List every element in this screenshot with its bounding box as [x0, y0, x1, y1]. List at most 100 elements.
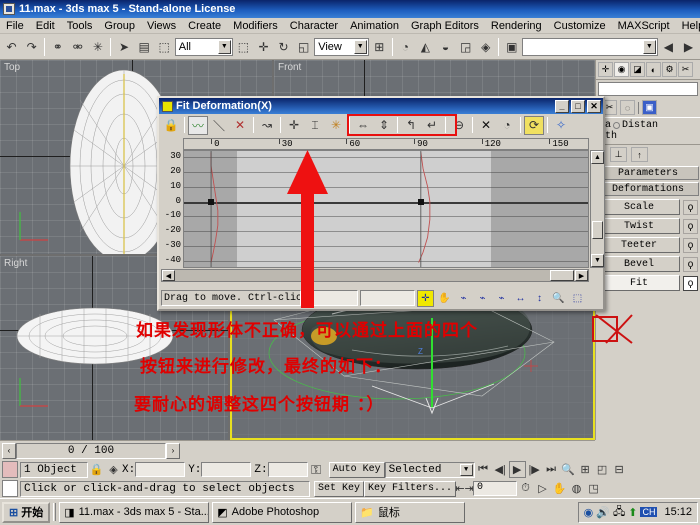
zoom-extents-icon[interactable]: ⌁ — [455, 290, 472, 307]
menu-item-create[interactable]: Create — [182, 18, 227, 34]
zoom-icon[interactable]: 🔍 — [560, 461, 577, 478]
auto-symmetry-icon[interactable]: ✧ — [551, 116, 571, 135]
auto-key-button[interactable]: Auto Key — [328, 461, 385, 478]
x-field[interactable] — [135, 462, 186, 477]
taskbar-task-1[interactable]: ◩ Adobe Photoshop — [212, 501, 353, 523]
go-to-start-icon[interactable]: ⏮ — [475, 461, 492, 478]
undo-icon[interactable]: ↶ — [2, 36, 22, 57]
deformation-button-scale[interactable]: Scale — [598, 199, 680, 215]
select-and-scale-icon[interactable]: ◱ — [294, 36, 314, 57]
arrow-up-icon[interactable]: ↑ — [631, 147, 648, 162]
graph-control-point-0[interactable] — [208, 198, 215, 205]
delete-curve-icon[interactable]: ✕ — [230, 116, 250, 135]
graph-horizontal-scrollbar[interactable]: ◀ ▶ — [161, 269, 589, 282]
get-shape-icon[interactable]: ⊖ — [449, 116, 469, 135]
delete-shape-icon[interactable]: ✕ — [476, 116, 496, 135]
bind-space-warp-icon[interactable]: ✳ — [88, 36, 108, 57]
z-field[interactable] — [267, 462, 308, 477]
select-object-icon[interactable]: ➤ — [114, 36, 134, 57]
key-mode-toggle-icon[interactable]: ⇤⇥ — [455, 480, 473, 497]
deformation-toggle-teeter-bulb-icon[interactable]: ϙ — [683, 237, 698, 253]
rotate-clockwise-icon[interactable]: ↵ — [422, 116, 442, 135]
menu-item-rendering[interactable]: Rendering — [485, 18, 548, 34]
horizontal-scroll-thumb[interactable] — [550, 270, 574, 281]
mirror-icon[interactable]: ◭ — [415, 36, 435, 57]
zoom-horizontal-extents-icon[interactable]: ⌁ — [474, 290, 491, 307]
deformation-button-twist[interactable]: Twist — [598, 218, 680, 234]
select-region-icon[interactable]: ⬚ — [154, 36, 174, 57]
select-by-name-icon[interactable]: ▤ — [134, 36, 154, 57]
arc-rotate-icon[interactable]: ◍ — [568, 480, 585, 497]
object-name-field[interactable] — [598, 82, 698, 96]
time-prev-button[interactable]: ‹ — [2, 442, 16, 459]
tray-icon-volume[interactable]: ◉ — [584, 506, 594, 519]
y-field[interactable] — [201, 462, 252, 477]
start-button[interactable]: ⊞ 开始 — [2, 501, 51, 523]
move-lock-icon[interactable]: 🔒 — [161, 116, 181, 135]
command-panel-tab-0[interactable]: ✛ — [598, 62, 613, 77]
insert-corner-point-icon[interactable]: ✳ — [326, 116, 346, 135]
command-panel-tab-4[interactable]: ⚙ — [662, 62, 677, 77]
graph-vertical-scrollbar[interactable]: ▲ ▼ — [590, 150, 605, 268]
next-frame-icon[interactable]: |▶ — [526, 461, 543, 478]
prev-icon[interactable]: ◀ — [658, 36, 678, 57]
minimize-button[interactable]: _ — [555, 99, 569, 113]
scroll-left-icon[interactable]: ◀ — [162, 270, 175, 281]
zoom-value-extents-icon[interactable]: ⌁ — [493, 290, 510, 307]
close-button[interactable]: ✕ — [587, 99, 601, 113]
window-crossing-icon[interactable]: ⬚ — [233, 36, 253, 57]
zoom-all-icon[interactable]: ⊞ — [577, 461, 594, 478]
graph-plot-area[interactable] — [183, 150, 589, 268]
key-filters-button[interactable]: Key Filters... — [364, 480, 457, 497]
select-affect-icon[interactable]: ◔ — [395, 36, 415, 57]
command-panel-tab-3[interactable]: ◐ — [646, 62, 661, 77]
current-frame-field[interactable]: 0 — [473, 481, 518, 496]
reset-curve-icon[interactable]: ↝ — [257, 116, 277, 135]
zoom-extents-icon[interactable]: ◰ — [594, 461, 611, 478]
deformation-button-fit[interactable]: Fit — [598, 275, 680, 291]
taskbar-task-0[interactable]: ◨ 11.max - 3ds max 5 - Sta... — [59, 501, 210, 523]
fit-dialog-field-2[interactable] — [360, 290, 415, 306]
mirror-horizontally-icon[interactable]: ⇔ — [353, 116, 373, 135]
move-key-icon[interactable]: ✛ — [417, 289, 434, 307]
field-of-view-icon[interactable]: ▷ — [534, 480, 551, 497]
align-icon[interactable]: ◒ — [435, 36, 456, 57]
ime-icon[interactable]: CH — [640, 507, 658, 517]
zoom-region-icon[interactable]: ⬚ — [569, 290, 586, 307]
play-animation-icon[interactable]: ▶ — [508, 461, 526, 478]
select-and-move-icon[interactable]: ✛ — [253, 36, 274, 57]
scroll-right-icon[interactable]: ▶ — [575, 270, 588, 281]
deformations-rollout-header[interactable]: Deformations — [597, 182, 699, 196]
menu-item-customize[interactable]: Customize — [548, 18, 612, 34]
network-icon[interactable]: 🖧 — [613, 503, 625, 522]
taskbar-task-2[interactable]: 📁 鼠标 — [355, 501, 466, 523]
scale-control-point-icon[interactable]: ⌶ — [305, 116, 325, 135]
menu-item-tools[interactable]: Tools — [61, 18, 99, 34]
refine-icon[interactable]: ◌ — [620, 100, 635, 115]
menu-item-animation[interactable]: Animation — [344, 18, 405, 34]
key-mode-combo[interactable]: Selected ▼ — [384, 461, 475, 478]
graph-control-point-1[interactable] — [417, 198, 424, 205]
fit-deformation-dialog[interactable]: Fit Deformation(X) _ □ ✕ 🔒 〰 ＼ ✕ ↝ ✛ ⌶ ✳… — [157, 96, 605, 311]
pan-icon[interactable]: ✋ — [551, 480, 568, 497]
insert-icon[interactable]: ▣ — [642, 100, 657, 115]
zoom-icon[interactable]: 🔍 — [550, 290, 567, 307]
menu-item-graph-editors[interactable]: Graph Editors — [405, 18, 485, 34]
parameters-rollout-header[interactable]: Parameters — [597, 166, 699, 180]
set-key-button[interactable]: Set Key — [314, 480, 365, 497]
next-icon[interactable]: ▶ — [678, 36, 698, 57]
use-center-icon[interactable]: ⊞ — [369, 36, 389, 57]
zoom-horizontal-icon[interactable]: ↔ — [512, 290, 529, 307]
pan-icon[interactable]: ✋ — [436, 290, 453, 307]
time-next-button[interactable]: › — [166, 442, 180, 459]
chevron-down-icon[interactable]: ▼ — [217, 39, 231, 54]
redo-icon[interactable]: ↷ — [22, 36, 42, 57]
select-and-link-icon[interactable]: ⚭ — [48, 36, 68, 57]
named-selection-sets-icon[interactable]: ▣ — [502, 36, 522, 57]
curve-editor-icon[interactable]: ◲ — [456, 36, 476, 57]
move-control-point-icon[interactable]: ✛ — [284, 116, 304, 135]
menu-item-maxscript[interactable]: MAXScript — [612, 18, 676, 34]
menu-item-character[interactable]: Character — [284, 18, 344, 34]
deformation-toggle-twist-bulb-icon[interactable]: ϙ — [683, 218, 698, 234]
select-and-rotate-icon[interactable]: ↻ — [274, 36, 294, 57]
